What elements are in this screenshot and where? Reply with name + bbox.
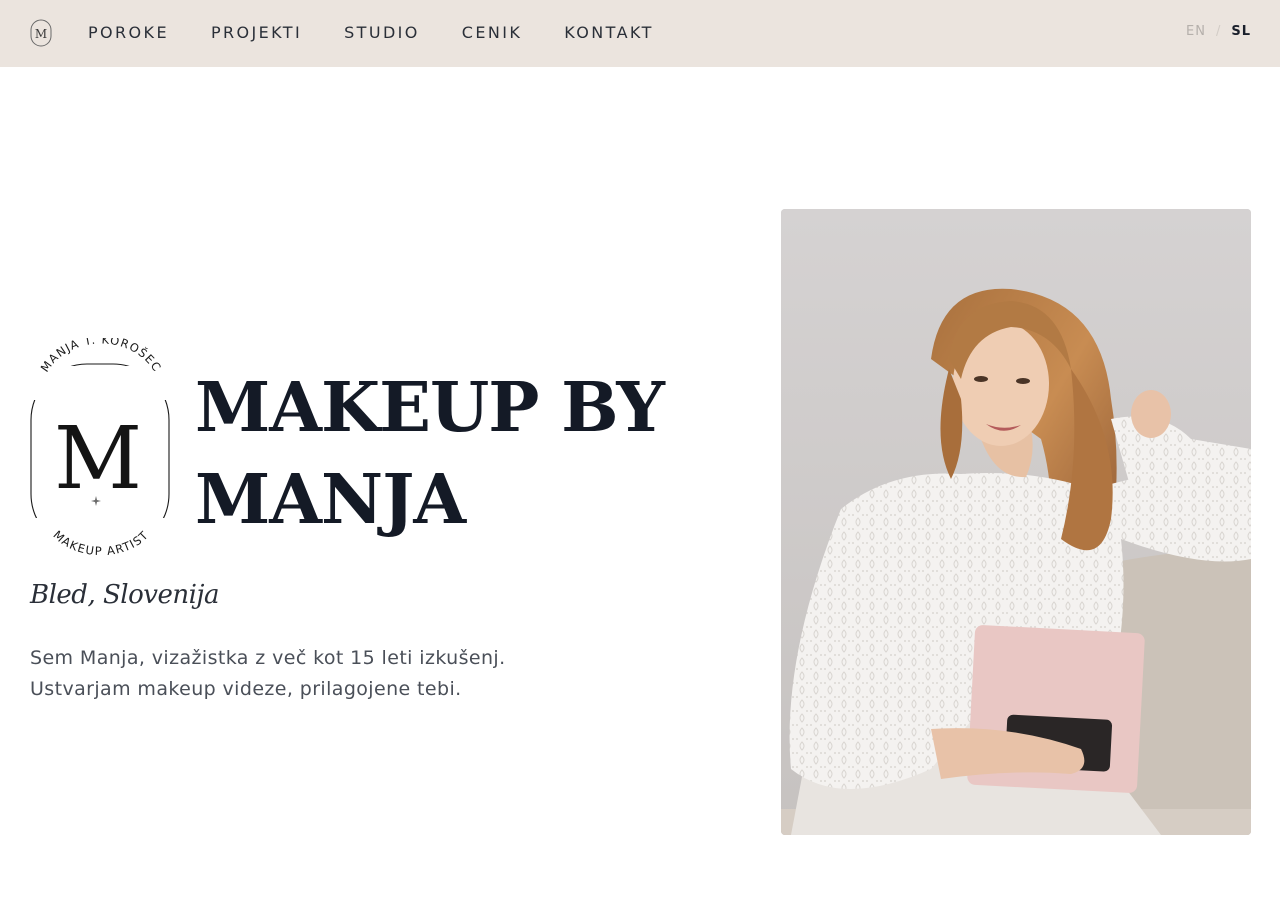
lang-separator: /	[1215, 24, 1222, 39]
monogram-emblem-icon: MANJA T. KOROŠEC MAKEUP ARTIST M	[28, 338, 172, 558]
intro-text: Sem Manja, vizažistka z več kot 15 leti …	[30, 643, 506, 705]
main-nav: POROKE PROJEKTI STUDIO CENIK KONTAKT	[88, 22, 696, 44]
nav-item-poroke[interactable]: POROKE	[88, 22, 169, 44]
hero-title: MAKEUP BY MANJA	[195, 362, 665, 546]
portrait-photo	[781, 209, 1251, 835]
svg-text:M: M	[35, 27, 47, 41]
nav-item-studio[interactable]: STUDIO	[344, 22, 420, 44]
language-switcher: EN / SL	[1186, 24, 1251, 39]
top-navigation-bar: M POROKE PROJEKTI STUDIO CENIK KONTAKT E…	[0, 0, 1280, 67]
monogram-logo-icon[interactable]: M	[30, 19, 52, 47]
nav-item-kontakt[interactable]: KONTAKT	[564, 22, 653, 44]
svg-text:M: M	[54, 409, 142, 509]
lang-en-link[interactable]: EN	[1186, 24, 1206, 39]
lang-sl-link[interactable]: SL	[1231, 24, 1251, 39]
intro-line-2: Ustvarjam makeup videze, prilagojene teb…	[30, 678, 462, 700]
nav-item-cenik[interactable]: CENIK	[462, 22, 522, 44]
hero-title-line-1: MAKEUP BY	[195, 368, 665, 448]
hero-title-line-2: MANJA	[195, 460, 466, 540]
nav-item-projekti[interactable]: PROJEKTI	[211, 22, 302, 44]
intro-line-1: Sem Manja, vizažistka z več kot 15 leti …	[30, 647, 506, 669]
location-text: Bled, Slovenija	[30, 580, 219, 610]
